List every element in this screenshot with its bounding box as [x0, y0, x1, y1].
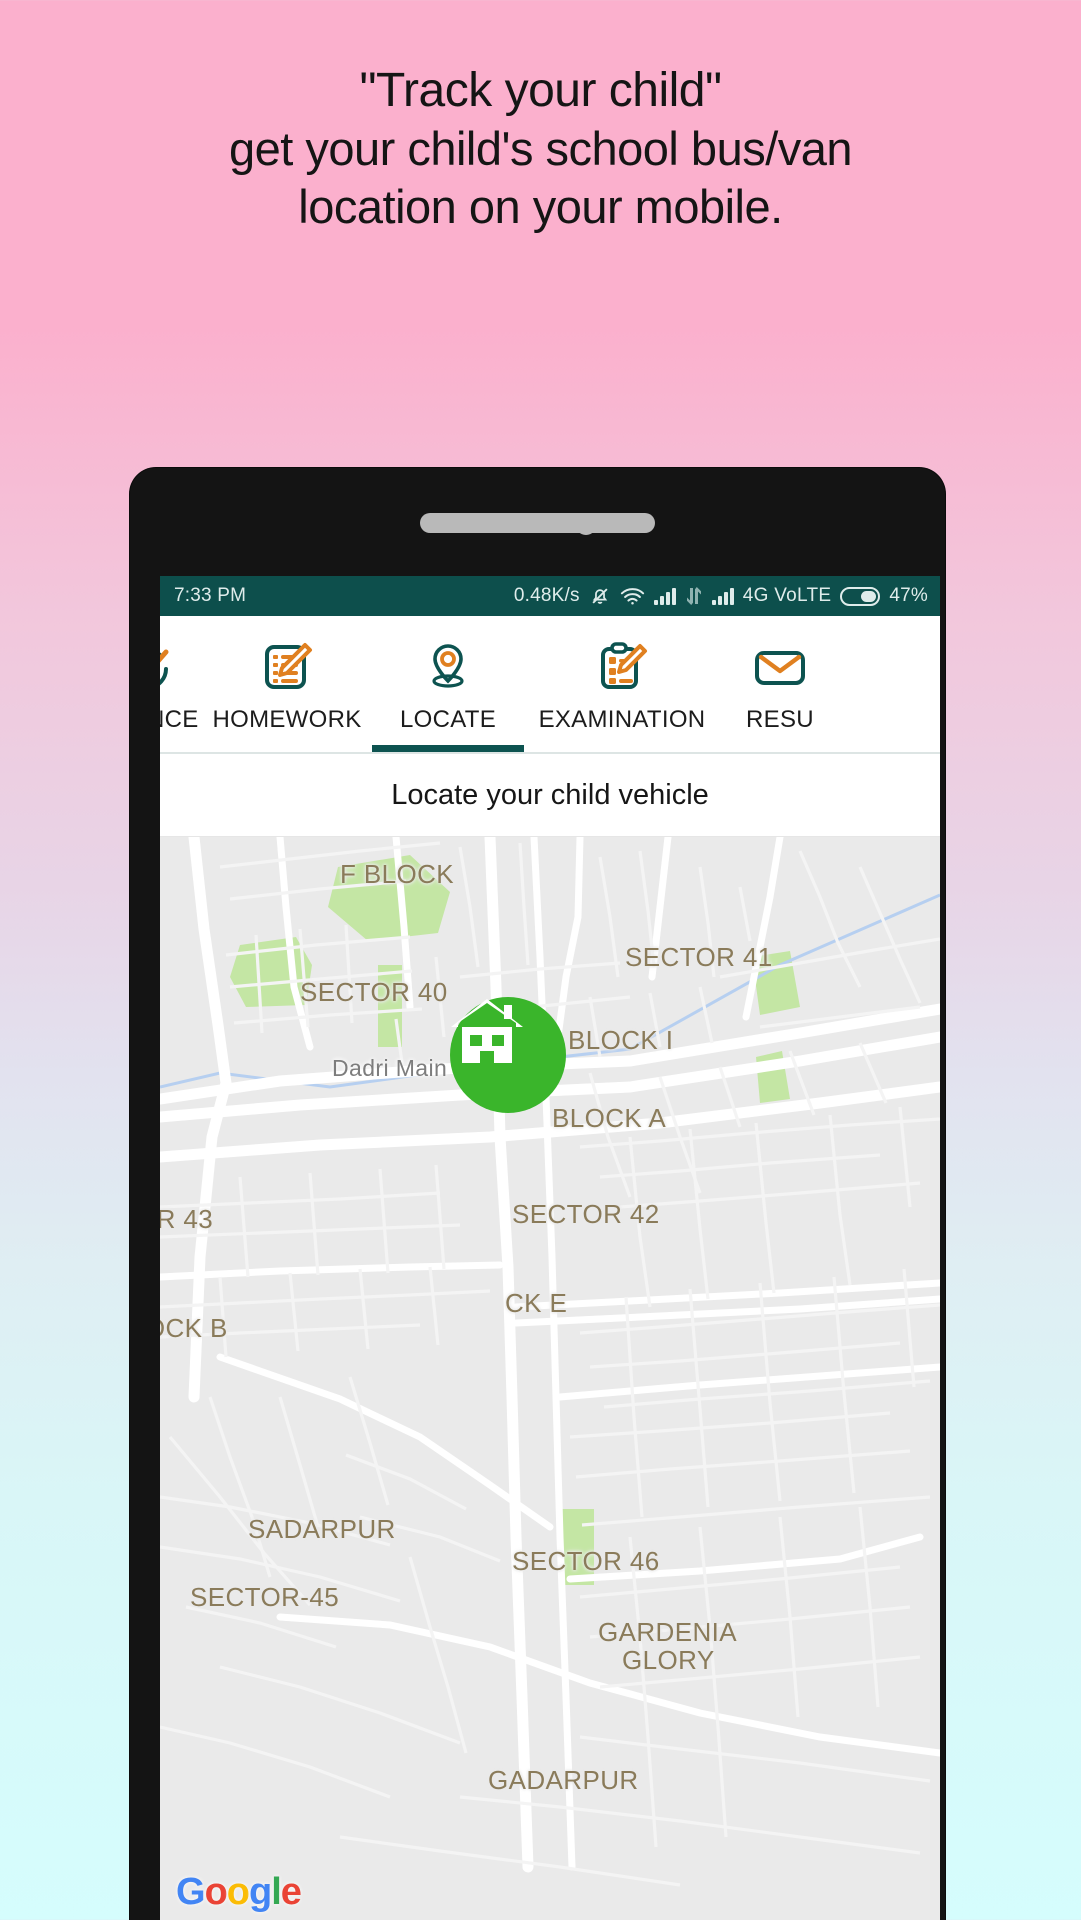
map-label: SECTOR 42: [512, 1199, 660, 1229]
map-label: LOCK B: [160, 1313, 228, 1343]
phone-screen: 7:33 PM 0.48K/s 4G VoLTE 47% CE HOMEWORK…: [160, 576, 940, 1920]
location-pin-icon: [421, 640, 475, 694]
tab-homework-label: HOMEWORK: [212, 706, 362, 733]
phone-device: 7:33 PM 0.48K/s 4G VoLTE 47% CE HOMEWORK…: [130, 468, 945, 1920]
page-title: Locate your child vehicle: [160, 754, 940, 837]
promo-headline: "Track your child" get your child's scho…: [0, 62, 1081, 236]
map-label: BLOCK A: [552, 1103, 667, 1133]
network-speed: 0.48K/s: [513, 585, 580, 606]
map-label: SECTOR 46: [512, 1546, 660, 1576]
google-logo-letter: l: [271, 1871, 282, 1913]
tab-bar[interactable]: NDANCE: [160, 616, 940, 754]
map-label: SECTOR 41: [625, 942, 773, 972]
map-label: SADARPUR: [248, 1514, 396, 1544]
google-logo: Google: [176, 1871, 302, 1914]
map-label: CK E: [505, 1288, 568, 1318]
battery-percent: 47%: [889, 585, 928, 606]
tab-homework[interactable]: HOMEWORK: [202, 616, 372, 754]
tab-result-label: RESU: [746, 706, 814, 733]
tab-attendance[interactable]: NDANCE: [160, 616, 202, 754]
tab-locate[interactable]: LOCATE: [372, 616, 524, 754]
tab-bar-divider: [160, 752, 940, 754]
network-type: 4G VoLTE: [742, 585, 832, 606]
map-label: F BLOCK: [340, 859, 455, 889]
promo-line-3: location on your mobile.: [298, 180, 783, 233]
map-label: GLORY: [622, 1645, 715, 1675]
signal-bars-icon: [653, 587, 676, 605]
map-label: BLOCK I: [568, 1025, 674, 1055]
google-logo-letter: o: [204, 1871, 228, 1913]
front-camera-icon: [575, 513, 597, 535]
google-logo-letter: g: [249, 1871, 272, 1913]
google-logo-letter: G: [176, 1871, 206, 1913]
tab-attendance-label: NDANCE: [160, 706, 199, 733]
exam-clipboard-pencil-icon: [595, 640, 649, 694]
tab-result[interactable]: RESU: [720, 616, 840, 754]
google-logo-letter: o: [226, 1871, 250, 1913]
map-label: GADARPUR: [488, 1765, 639, 1795]
map-label: SECTOR-45: [190, 1582, 340, 1612]
map-label: OR 43: [160, 1204, 214, 1234]
page-title-text: Locate your child vehicle: [391, 778, 709, 811]
google-logo-letter: e: [280, 1871, 302, 1913]
data-transfer-icon: [685, 586, 703, 606]
status-time: 7:33 PM: [174, 585, 247, 606]
result-envelope-icon: [753, 640, 807, 694]
wifi-icon: [620, 586, 645, 606]
map-view[interactable]: F BLOCK SECTOR 41 SECTOR 40 BLOCK I Dadr…: [160, 837, 940, 1920]
tab-examination[interactable]: EXAMINATION: [524, 616, 720, 754]
tab-locate-label: LOCATE: [399, 706, 497, 733]
promo-line-1: "Track your child": [359, 64, 722, 117]
homework-notepad-pencil-icon: [260, 640, 314, 694]
child-vehicle-home-marker[interactable]: [450, 997, 566, 1113]
map-label: GARDENIA: [598, 1617, 738, 1647]
tab-examination-label: EXAMINATION: [538, 706, 706, 733]
map-vector-layer: [160, 837, 940, 1920]
attendance-clock-check-icon: [160, 640, 174, 694]
promo-line-2: get your child's school bus/van: [228, 122, 853, 175]
signal-bars-icon-2: [711, 587, 734, 605]
status-bar: 7:33 PM 0.48K/s 4G VoLTE 47%: [160, 576, 940, 616]
battery-icon: [840, 586, 881, 606]
map-label: SECTOR 40: [300, 977, 448, 1007]
silent-bell-icon: [589, 585, 611, 607]
earpiece-speaker: [420, 513, 655, 533]
